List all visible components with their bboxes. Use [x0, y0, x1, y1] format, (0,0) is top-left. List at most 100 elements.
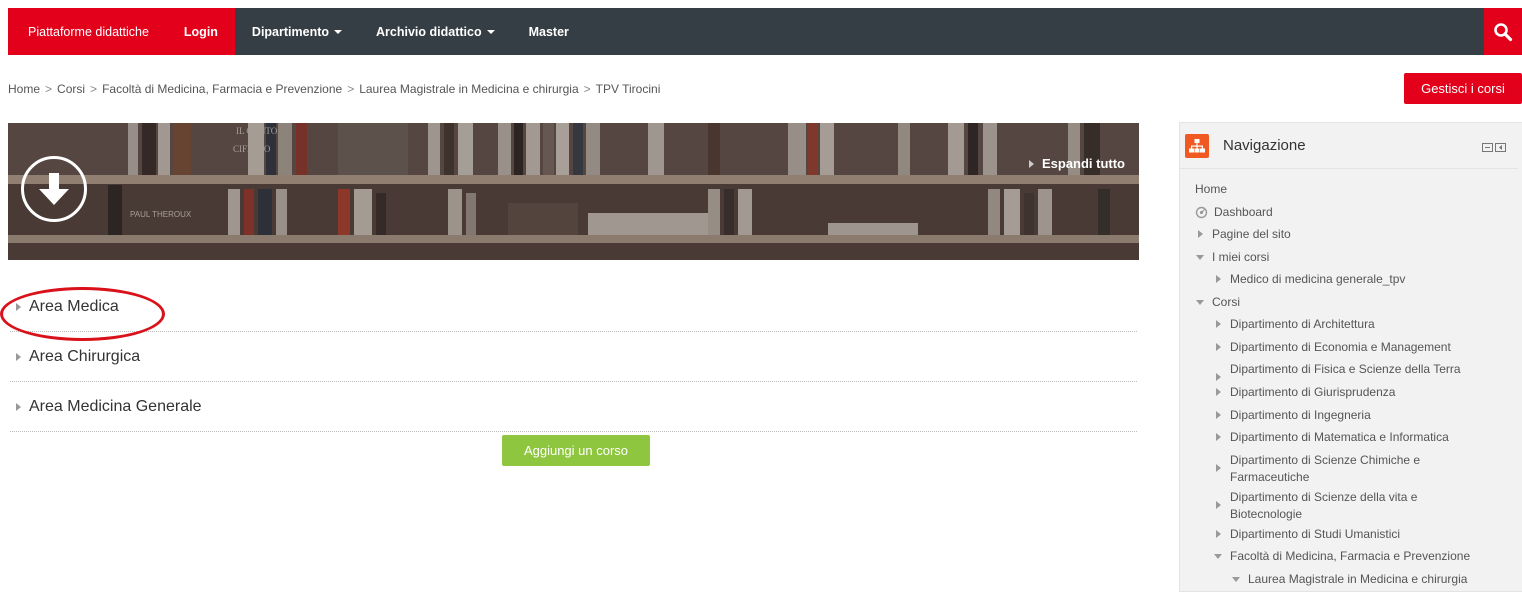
- navigation-title: Navigazione: [1223, 137, 1306, 154]
- nav-tree-label: Dipartimento di Architettura: [1230, 317, 1375, 331]
- triangle-right-icon: [1216, 320, 1221, 328]
- nav-label: Master: [528, 24, 569, 39]
- triangle-right-icon: [1028, 159, 1034, 168]
- add-course-button[interactable]: Aggiungi un corso: [502, 435, 650, 466]
- triangle-right-icon: [1216, 373, 1221, 381]
- nav-label: Archivio didattico: [376, 24, 482, 39]
- dashboard-icon: [1195, 206, 1208, 218]
- breadcrumb-separator: >: [347, 82, 355, 96]
- triangle-right-icon: [1216, 463, 1221, 472]
- nav-archivio-didattico-dropdown[interactable]: Archivio didattico: [359, 8, 512, 55]
- nav-tree-item[interactable]: Dipartimento di Economia e Management: [1180, 336, 1522, 359]
- nav-tree-item[interactable]: Laurea Magistrale in Medicina e chirurgi…: [1180, 568, 1522, 591]
- navigation-block: Navigazione Home Dashboard Pagine del sito…: [1179, 122, 1522, 592]
- breadcrumb-home[interactable]: Home: [8, 82, 40, 96]
- nav-tree-label: Facoltà di Medicina, Farmacia e Prevenzi…: [1230, 549, 1471, 563]
- nav-tree-item[interactable]: Medico di medicina generale_tpv: [1180, 268, 1522, 291]
- nav-tree-label: Dashboard: [1214, 204, 1273, 219]
- nav-tree-label: Dipartimento di Scienze Chimiche e Farma…: [1230, 452, 1421, 484]
- nav-label: Login: [183, 24, 218, 39]
- block-controls: [1482, 143, 1506, 152]
- nav-tree-label: Dipartimento di Economia e Management: [1230, 339, 1451, 354]
- navigation-header: Navigazione: [1180, 123, 1518, 169]
- nav-tree-item[interactable]: Dipartimento di Ingegneria: [1180, 404, 1522, 427]
- nav-master[interactable]: Master: [512, 8, 586, 55]
- section-label: Area Medica: [29, 297, 119, 315]
- section-area-medicina-generale[interactable]: Area Medicina Generale: [10, 382, 1137, 432]
- sitemap-icon: [1185, 133, 1209, 158]
- dock-icon[interactable]: [1495, 143, 1506, 152]
- triangle-right-icon: [1216, 500, 1221, 509]
- nav-tree-item[interactable]: Dipartimento di Studi Umanistici: [1180, 523, 1522, 546]
- nav-tree-item[interactable]: Dipartimento di Fisica e Scienze della T…: [1180, 358, 1522, 381]
- nav-tree-item[interactable]: Corsi: [1180, 291, 1522, 314]
- nav-tree-item[interactable]: Facoltà di Medicina, Farmacia e Prevenzi…: [1180, 545, 1522, 568]
- search-button[interactable]: [1484, 8, 1522, 55]
- nav-login[interactable]: Login: [166, 8, 235, 55]
- section-area-chirurgica[interactable]: Area Chirurgica: [10, 332, 1137, 382]
- caret-down-icon: [334, 29, 343, 34]
- manage-courses-button[interactable]: Gestisci i corsi: [1404, 73, 1522, 104]
- breadcrumb-current[interactable]: TPV Tirocini: [596, 82, 661, 96]
- breadcrumb-separator: >: [583, 82, 591, 96]
- nav-tree-item[interactable]: Dipartimento di Matematica e Informatica: [1180, 426, 1522, 449]
- triangle-right-icon: [1216, 388, 1221, 396]
- nav-tree-item[interactable]: Dipartimento di Scienze della vita e Bio…: [1180, 486, 1522, 523]
- breadcrumb-laurea[interactable]: Laurea Magistrale in Medicina e chirurgi…: [359, 82, 578, 96]
- section-label: Area Chirurgica: [29, 347, 141, 365]
- triangle-right-icon: [1216, 410, 1221, 419]
- triangle-right-icon: [16, 402, 21, 411]
- nav-tree-label: Laurea Magistrale in Medicina e chirurgi…: [1248, 571, 1468, 586]
- triangle-right-icon: [1216, 433, 1221, 441]
- nav-tree-item[interactable]: Home: [1180, 178, 1522, 201]
- breadcrumb-facolta[interactable]: Facoltà di Medicina, Farmacia e Prevenzi…: [102, 82, 342, 96]
- nav-tree-label: Dipartimento di Scienze della vita e Bio…: [1230, 489, 1418, 521]
- banner-overlay: [8, 123, 1139, 260]
- nav-tree-label: Dipartimento di Ingegneria: [1230, 407, 1371, 422]
- breadcrumb-separator: >: [45, 82, 53, 96]
- nav-dipartimento-dropdown[interactable]: Dipartimento: [235, 8, 359, 55]
- navigation-tree: Home Dashboard Pagine del sito I miei corsi…: [1180, 169, 1522, 590]
- triangle-down-icon: [1232, 576, 1240, 582]
- nav-tree-label: Dipartimento di Fisica e Scienze della T…: [1230, 362, 1461, 376]
- nav-tree-label: Home: [1195, 182, 1228, 196]
- nav-tree-item[interactable]: Dipartimento di Giurisprudenza: [1180, 381, 1522, 404]
- nav-tree-label: Medico di medicina generale_tpv: [1230, 272, 1406, 286]
- course-banner: IL CONTO CIFRATO PAUL THEROUX Espandi tu…: [8, 123, 1139, 260]
- nav-tree-label: Corsi: [1212, 294, 1241, 309]
- nav-tree-label: I miei corsi: [1212, 249, 1270, 264]
- triangle-right-icon: [1216, 342, 1221, 351]
- nav-tree-item[interactable]: Dipartimento di Scienze Chimiche e Farma…: [1180, 449, 1522, 486]
- triangle-down-icon: [1196, 299, 1204, 305]
- minimize-icon[interactable]: [1482, 143, 1493, 152]
- triangle-down-icon: [1214, 554, 1222, 559]
- section-area-medica[interactable]: Area Medica: [10, 282, 1137, 332]
- expand-all-label: Espandi tutto: [1041, 156, 1125, 171]
- navbar-spacer: [586, 8, 1484, 55]
- nav-tree-item[interactable]: Pagine del sito: [1180, 223, 1522, 246]
- nav-label: Piattaforme didattiche: [28, 24, 149, 39]
- nav-tree-label: Dipartimento di Studi Umanistici: [1230, 526, 1401, 541]
- nav-tree-label: Pagine del sito: [1212, 227, 1291, 241]
- nav-piattaforme-didattiche[interactable]: Piattaforme didattiche: [8, 8, 167, 55]
- triangle-right-icon: [16, 352, 21, 361]
- expand-all-link[interactable]: Espandi tutto: [1028, 156, 1125, 171]
- breadcrumb: Home > Corsi > Facoltà di Medicina, Farmacia…: [8, 82, 660, 96]
- nav-tree-label: Dipartimento di Matematica e Informatica: [1230, 430, 1449, 444]
- search-icon: [1494, 22, 1513, 41]
- nav-tree-item[interactable]: I miei corsi: [1180, 246, 1522, 269]
- course-sections: Area Medica Area Chirurgica Area Medicin…: [10, 282, 1137, 432]
- section-label: Area Medicina Generale: [29, 397, 202, 415]
- arrow-down-icon: [39, 173, 69, 205]
- triangle-down-icon: [1196, 254, 1204, 260]
- breadcrumb-separator: >: [90, 82, 98, 96]
- nav-tree-item[interactable]: Dipartimento di Architettura: [1180, 313, 1522, 336]
- top-navbar: Piattaforme didattiche Login Dipartiment…: [8, 8, 1522, 55]
- triangle-right-icon: [1216, 275, 1221, 283]
- nav-tree-item[interactable]: Dashboard: [1180, 201, 1522, 224]
- arrow-down-circle-icon[interactable]: [21, 156, 87, 222]
- breadcrumb-corsi[interactable]: Corsi: [57, 82, 85, 96]
- nav-label: Dipartimento: [251, 24, 330, 39]
- nav-tree-label: Dipartimento di Giurisprudenza: [1230, 385, 1396, 399]
- triangle-right-icon: [1198, 230, 1203, 238]
